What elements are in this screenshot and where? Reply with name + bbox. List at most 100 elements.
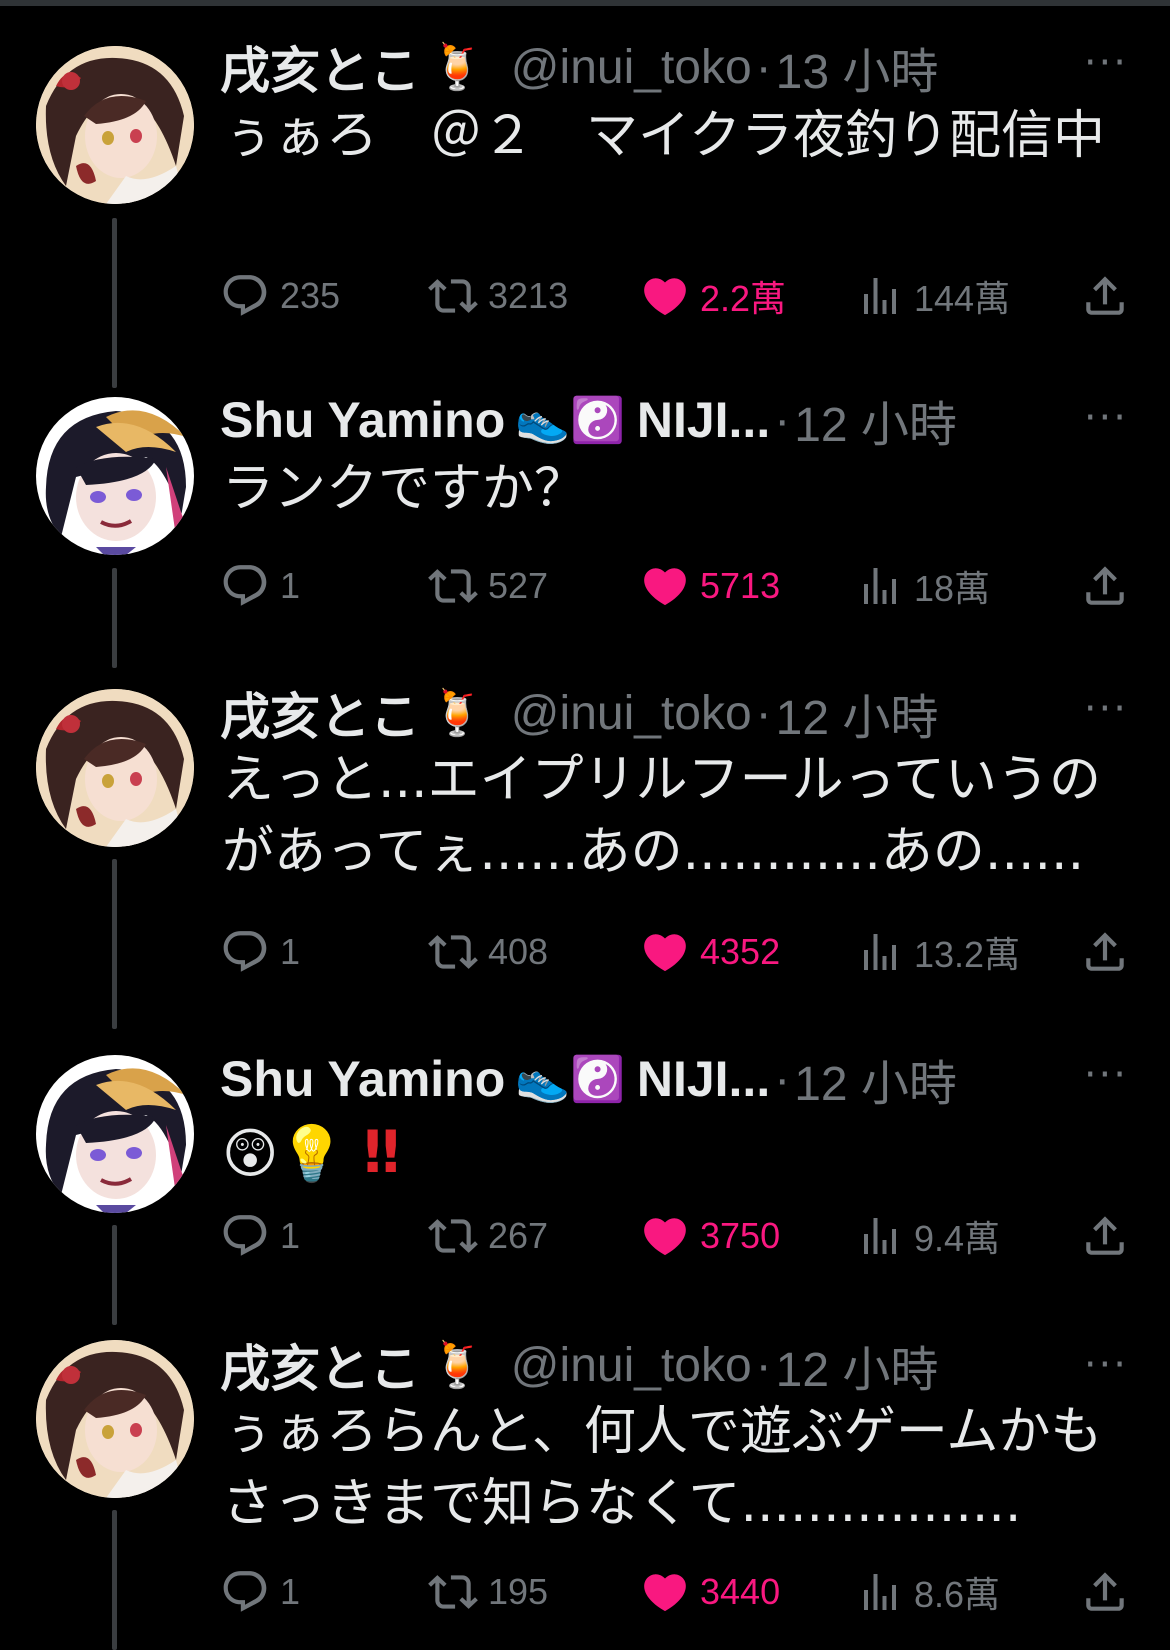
display-name-suffix[interactable]: NIJI... xyxy=(637,391,770,449)
thread-line xyxy=(112,859,117,1029)
tweet[interactable]: Shu Yamino 👟☯️ NIJI... · 12 小時 ··· ランクです… xyxy=(0,383,1170,668)
retweet-count: 527 xyxy=(488,565,549,606)
separator-dot: · xyxy=(774,1052,791,1106)
share-button[interactable] xyxy=(1080,556,1130,616)
like-count: 3750 xyxy=(700,1215,781,1256)
more-icon[interactable]: ··· xyxy=(1084,43,1128,83)
cocktail-emoji: 🍹 xyxy=(430,42,485,93)
retweet-button[interactable]: 3213 xyxy=(428,266,568,326)
timestamp[interactable]: 13 小時 xyxy=(776,32,939,102)
action-bar: 1 267 3750 9.4萬 xyxy=(220,1206,1130,1266)
more-icon[interactable]: ··· xyxy=(1084,1055,1128,1095)
like-button[interactable]: 3440 xyxy=(640,1562,780,1622)
share-button[interactable] xyxy=(1080,1562,1130,1622)
separator-dot: · xyxy=(755,1338,772,1392)
views-button[interactable]: 144萬 xyxy=(856,266,1010,326)
reply-count: 1 xyxy=(280,1571,301,1612)
tweet-header: Shu Yamino 👟☯️ NIJI... · 12 小時 xyxy=(220,1044,957,1114)
avatar[interactable] xyxy=(36,689,194,847)
tweet-text: ぅぁろらんと、何人で遊ぶゲームかもさっきまで知らなくて.............… xyxy=(222,1402,1103,1534)
timestamp[interactable]: 12 小時 xyxy=(794,385,957,455)
views-icon xyxy=(856,562,904,610)
retweet-icon xyxy=(428,1211,478,1261)
tweet-text: 😲💡 ‼ xyxy=(222,1116,1110,1191)
reply-count: 1 xyxy=(280,565,301,606)
display-name[interactable]: 戌亥とこ xyxy=(220,677,420,749)
sneaker-yinyang-emoji: 👟☯️ xyxy=(515,1054,625,1105)
thread-line xyxy=(112,218,117,388)
tweet-text: ぅぁろ ＠２ マイクラ夜釣り配信中 xyxy=(222,106,1105,166)
timestamp[interactable]: 12 小時 xyxy=(776,678,939,748)
reply-count: 235 xyxy=(280,275,341,316)
display-name[interactable]: 戌亥とこ xyxy=(220,31,420,103)
retweet-count: 3213 xyxy=(488,275,569,316)
action-bar: 1 408 4352 13.2萬 xyxy=(220,922,1130,982)
like-button[interactable]: 2.2萬 xyxy=(640,266,786,326)
reply-button[interactable]: 1 xyxy=(220,556,300,616)
more-icon[interactable]: ··· xyxy=(1084,689,1128,729)
thread-line xyxy=(112,1225,117,1325)
tweet[interactable]: 戌亥とこ 🍹 @inui_toko · 13 小時 ··· ぅぁろ ＠２ マイク… xyxy=(0,28,1170,388)
avatar[interactable] xyxy=(36,1340,194,1498)
like-button[interactable]: 4352 xyxy=(640,922,780,982)
retweet-button[interactable]: 527 xyxy=(428,556,548,616)
views-button[interactable]: 13.2萬 xyxy=(856,922,1020,982)
tweet[interactable]: Shu Yamino 👟☯️ NIJI... · 12 小時 ··· 😲💡 ‼ 1… xyxy=(0,1040,1170,1325)
share-button[interactable] xyxy=(1080,266,1130,326)
reply-icon xyxy=(220,561,270,611)
like-icon xyxy=(640,927,690,977)
share-button[interactable] xyxy=(1080,1206,1130,1266)
share-icon xyxy=(1080,1567,1130,1617)
view-count: 9.4萬 xyxy=(914,1218,1001,1259)
retweet-count: 408 xyxy=(488,931,549,972)
views-button[interactable]: 8.6萬 xyxy=(856,1562,1000,1622)
handle[interactable]: @inui_toko xyxy=(511,1338,752,1393)
tweet-header: 戌亥とこ 🍹 @inui_toko · 12 小時 xyxy=(220,1330,938,1400)
more-icon[interactable]: ··· xyxy=(1084,398,1128,438)
retweet-button[interactable]: 267 xyxy=(428,1206,548,1266)
reply-icon xyxy=(220,1211,270,1261)
reply-button[interactable]: 1 xyxy=(220,922,300,982)
share-icon xyxy=(1080,271,1130,321)
tweet[interactable]: 戌亥とこ 🍹 @inui_toko · 12 小時 ··· ぅぁろらんと、何人で… xyxy=(0,1330,1170,1650)
display-name-suffix[interactable]: NIJI... xyxy=(637,1050,770,1108)
tweet-text: えっと...エイプリルフールっていうのがあってぇ......あの........… xyxy=(222,750,1101,882)
retweet-button[interactable]: 195 xyxy=(428,1562,548,1622)
like-count: 3440 xyxy=(700,1571,781,1612)
retweet-button[interactable]: 408 xyxy=(428,922,548,982)
tweet-text: ランクですか？ xyxy=(222,459,587,519)
handle[interactable]: @inui_toko xyxy=(511,686,752,741)
handle[interactable]: @inui_toko xyxy=(511,40,752,95)
share-button[interactable] xyxy=(1080,922,1130,982)
reply-button[interactable]: 1 xyxy=(220,1562,300,1622)
thread-line xyxy=(112,568,117,668)
like-button[interactable]: 3750 xyxy=(640,1206,780,1266)
like-button[interactable]: 5713 xyxy=(640,556,780,616)
like-count: 5713 xyxy=(700,565,781,606)
display-name[interactable]: Shu Yamino xyxy=(220,1050,505,1108)
avatar[interactable] xyxy=(36,397,194,555)
views-button[interactable]: 9.4萬 xyxy=(856,1206,1000,1266)
like-icon xyxy=(640,1567,690,1617)
like-count: 2.2萬 xyxy=(700,278,787,319)
thread-line xyxy=(112,1510,117,1650)
timestamp[interactable]: 12 小時 xyxy=(794,1044,957,1114)
action-bar: 1 527 5713 18萬 xyxy=(220,556,1130,616)
like-icon xyxy=(640,1211,690,1261)
display-name[interactable]: 戌亥とこ xyxy=(220,1329,420,1401)
avatar[interactable] xyxy=(36,1055,194,1213)
tweet[interactable]: 戌亥とこ 🍹 @inui_toko · 12 小時 ··· えっと...エイプリ… xyxy=(0,674,1170,1029)
retweet-icon xyxy=(428,927,478,977)
share-icon xyxy=(1080,927,1130,977)
views-icon xyxy=(856,1568,904,1616)
view-count: 13.2萬 xyxy=(914,934,1021,975)
reply-count: 1 xyxy=(280,931,301,972)
timestamp[interactable]: 12 小時 xyxy=(776,1330,939,1400)
reply-button[interactable]: 235 xyxy=(220,266,340,326)
avatar[interactable] xyxy=(36,46,194,204)
reply-button[interactable]: 1 xyxy=(220,1206,300,1266)
display-name[interactable]: Shu Yamino xyxy=(220,391,505,449)
separator-dot: · xyxy=(755,40,772,94)
views-button[interactable]: 18萬 xyxy=(856,556,990,616)
more-icon[interactable]: ··· xyxy=(1084,1345,1128,1385)
